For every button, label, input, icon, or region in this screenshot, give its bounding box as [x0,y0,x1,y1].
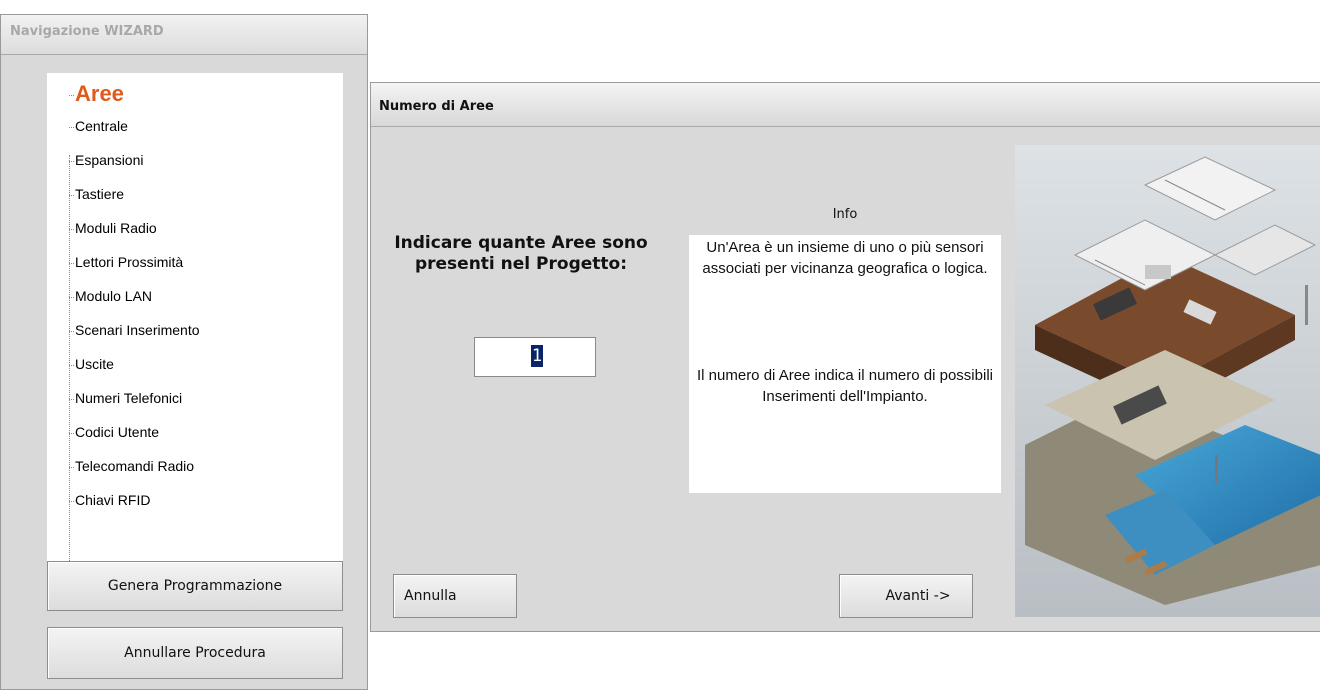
nav-item-aree[interactable]: Aree [69,81,329,115]
cancel-procedure-button[interactable]: Annullare Procedura [47,627,343,679]
wizard-steps-list: Aree Centrale Espansioni Tastiere Moduli… [47,73,343,571]
nav-item-tastiere[interactable]: Tastiere [69,186,329,220]
generate-programming-button[interactable]: Genera Programmazione [47,561,343,611]
info-box: Un'Area è un insieme di uno o più sensor… [689,235,1001,493]
wizard-navigation-panel: Navigazione WIZARD Aree Centrale Espansi… [0,14,368,690]
nav-item-espansioni[interactable]: Espansioni [69,152,329,186]
area-count-dialog: Numero di Aree Indicare quante Aree sono… [370,82,1320,632]
info-text-definition: Un'Area è un insieme di uno o più sensor… [702,239,988,277]
nav-item-scenari-inserimento[interactable]: Scenari Inserimento [69,322,329,356]
cancel-button[interactable]: Annulla [393,574,517,618]
nav-item-telecomandi-radio[interactable]: Telecomandi Radio [69,458,329,492]
next-button[interactable]: Avanti -> [839,574,973,618]
nav-item-centrale[interactable]: Centrale [69,118,329,152]
house-floorplan-image [1015,145,1320,617]
info-text-meaning: Il numero di Aree indica il numero di po… [697,367,993,405]
nav-item-codici-utente[interactable]: Codici Utente [69,424,329,458]
nav-item-modulo-lan[interactable]: Modulo LAN [69,288,329,322]
nav-item-numeri-telefonici[interactable]: Numeri Telefonici [69,390,329,424]
nav-item-lettori-prossimita[interactable]: Lettori Prossimità [69,254,329,288]
nav-item-uscite[interactable]: Uscite [69,356,329,390]
dialog-title: Numero di Aree [371,83,1320,127]
area-count-value[interactable]: 1 [531,345,543,367]
area-count-question: Indicare quante Aree sono presenti nel P… [394,233,648,274]
nav-item-moduli-radio[interactable]: Moduli Radio [69,220,329,254]
info-label: Info [832,207,858,222]
nav-item-chiavi-rfid[interactable]: Chiavi RFID [69,492,329,526]
wizard-navigation-title: Navigazione WIZARD [1,15,367,55]
house-floorplan-illustration [1015,145,1320,617]
